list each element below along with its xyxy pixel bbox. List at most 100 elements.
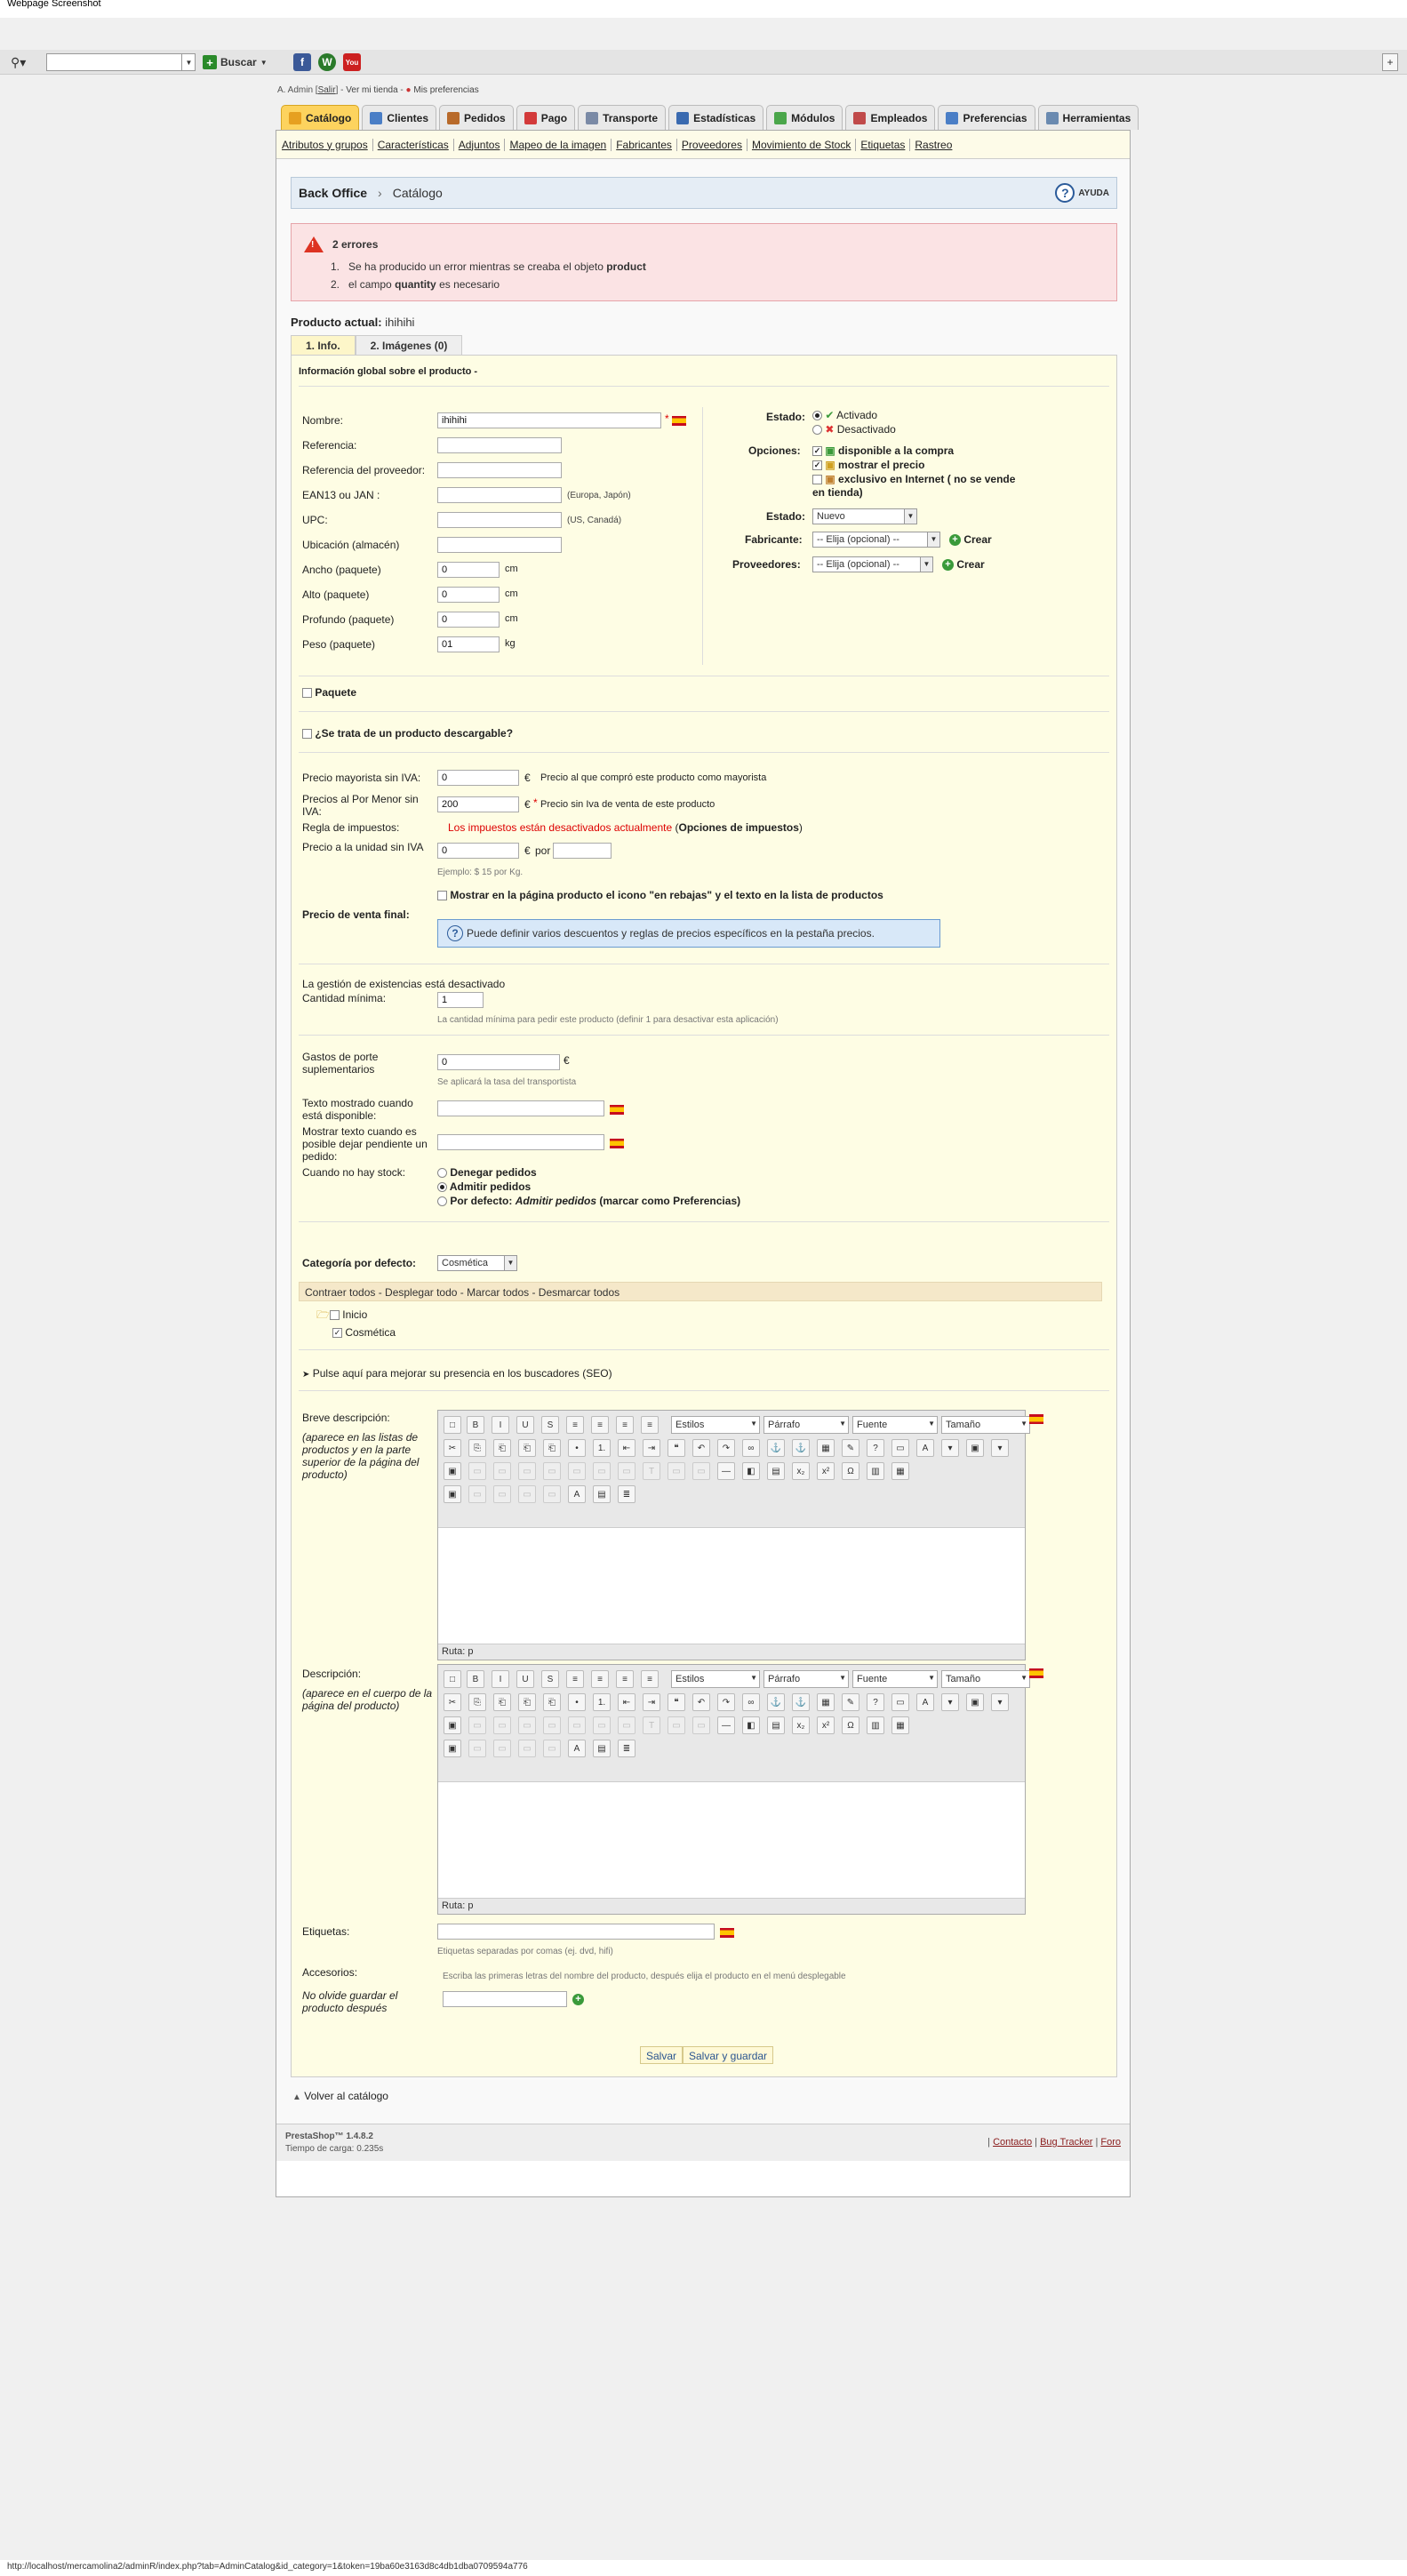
editor-button[interactable]: ▭ xyxy=(518,1716,536,1734)
tab-info[interactable]: 1. Info. xyxy=(291,335,356,355)
editor-button[interactable]: U xyxy=(516,1670,534,1688)
editor-button[interactable]: x² xyxy=(817,1716,835,1734)
language-flag-icon[interactable] xyxy=(610,1137,624,1149)
tab-herramientas[interactable]: Herramientas xyxy=(1037,105,1139,130)
editor-button[interactable]: ↶ xyxy=(692,1439,710,1457)
language-flag-icon[interactable] xyxy=(1029,1667,1043,1679)
editor-button[interactable]: ▭ xyxy=(493,1716,511,1734)
language-flag-icon[interactable] xyxy=(672,414,686,427)
unit-price-input[interactable]: 0 xyxy=(437,843,519,859)
unit-input[interactable] xyxy=(553,843,612,859)
language-flag-icon[interactable] xyxy=(720,1926,734,1939)
status-active-option[interactable]: ✔ Activado xyxy=(812,409,877,421)
editor-select[interactable]: Estilos ▼ xyxy=(671,1416,760,1434)
wordpress-icon[interactable]: W xyxy=(318,53,336,71)
editor-button[interactable]: ▭ xyxy=(668,1716,685,1734)
preferences-link[interactable]: Mis preferencias xyxy=(413,85,478,95)
editor-button[interactable]: □ xyxy=(444,1670,461,1688)
editor-button[interactable]: ▭ xyxy=(593,1716,611,1734)
editor-button[interactable]: ≡ xyxy=(641,1416,659,1434)
editor-button[interactable]: ▭ xyxy=(543,1485,561,1503)
editor-button[interactable]: ⎗ xyxy=(543,1693,561,1711)
editor-button[interactable]: ▭ xyxy=(468,1462,486,1480)
editor-button[interactable]: ▭ xyxy=(493,1485,511,1503)
editor-button[interactable]: B xyxy=(467,1416,484,1434)
editor-button[interactable]: ⎗ xyxy=(518,1439,536,1457)
show-price-checkbox[interactable]: ✓ ▣ mostrar el precio xyxy=(812,459,924,471)
editor-button[interactable]: Ω xyxy=(842,1716,859,1734)
width-input[interactable]: 0 xyxy=(437,562,500,578)
editor-select[interactable]: Fuente ▼ xyxy=(852,1670,938,1688)
editor-button[interactable]: S xyxy=(541,1416,559,1434)
editor-button[interactable]: ≣ xyxy=(618,1740,636,1757)
forum-link[interactable]: Foro xyxy=(1100,2137,1121,2148)
editor-button[interactable]: ✂ xyxy=(444,1439,461,1457)
editor-button[interactable]: ≡ xyxy=(616,1416,634,1434)
editor-button[interactable]: S xyxy=(541,1670,559,1688)
editor-button[interactable]: ▭ xyxy=(543,1740,561,1757)
editor-button[interactable]: — xyxy=(717,1716,735,1734)
help-button[interactable]: ? AYUDA xyxy=(1055,183,1109,203)
editor-button[interactable]: ✎ xyxy=(842,1439,859,1457)
oos-allow-radio[interactable]: Admitir pedidos xyxy=(437,1180,531,1193)
editor-button[interactable]: ⎗ xyxy=(493,1693,511,1711)
editor-button[interactable]: □ xyxy=(444,1416,461,1434)
height-input[interactable]: 0 xyxy=(437,587,500,603)
editor-button[interactable]: ▤ xyxy=(593,1485,611,1503)
upc-input[interactable] xyxy=(437,512,562,528)
logout-link[interactable]: Salir xyxy=(318,85,336,95)
create-supplier-button[interactable]: + Crear xyxy=(942,558,985,572)
editor-button[interactable]: ▭ xyxy=(618,1462,636,1480)
depth-input[interactable]: 0 xyxy=(437,612,500,628)
on-sale-checkbox[interactable]: Mostrar en la página producto el icono "… xyxy=(437,889,883,901)
editor-button[interactable]: ⇤ xyxy=(618,1693,636,1711)
tab-modulos[interactable]: Módulos xyxy=(766,105,843,130)
condition-select[interactable]: Nuevo ▼ xyxy=(812,508,917,524)
editor-button[interactable]: ⚓ xyxy=(792,1439,810,1457)
add-icon[interactable]: + xyxy=(1382,53,1398,71)
editor-select[interactable]: Estilos ▼ xyxy=(671,1670,760,1688)
editor-button[interactable]: U xyxy=(516,1416,534,1434)
editor-button[interactable]: ⎗ xyxy=(543,1439,561,1457)
category-tree-tools[interactable]: Contraer todos - Desplegar todo - Marcar… xyxy=(299,1282,1102,1301)
back-to-catalog-link[interactable]: ▲ Volver al catálogo xyxy=(292,2090,388,2102)
seo-toggle[interactable]: ➤ Pulse aquí para mejorar su presencia e… xyxy=(302,1367,612,1380)
editor-button[interactable]: ▭ xyxy=(468,1716,486,1734)
editor-button[interactable]: A xyxy=(916,1439,934,1457)
tab-images[interactable]: 2. Imágenes (0) xyxy=(355,335,463,355)
subtab-manufacturers[interactable]: Fabricantes xyxy=(616,139,672,151)
status-inactive-option[interactable]: ✖ Desactivado xyxy=(812,423,896,436)
desc-editor[interactable]: □ B I U S ≡ ≡ ≡ ≡ Estilos ▼ Párrafo ▼ Fuente ▼ Tamaño ▼ ✂… xyxy=(437,1664,1030,1915)
save-button[interactable]: Salvar xyxy=(640,2046,684,2064)
create-manufacturer-button[interactable]: + Crear xyxy=(949,533,992,547)
editor-button[interactable]: ? xyxy=(867,1439,884,1457)
supplier-ref-input[interactable] xyxy=(437,462,562,478)
wholesale-input[interactable]: 0 xyxy=(437,770,519,786)
facebook-icon[interactable]: f xyxy=(293,53,311,71)
add-accessory-icon[interactable]: + xyxy=(572,1993,584,2006)
tab-catalogo[interactable]: Catálogo xyxy=(281,105,360,130)
oos-deny-radio[interactable]: Denegar pedidos xyxy=(437,1166,537,1179)
subtab-features[interactable]: Características xyxy=(378,139,449,151)
editor-button[interactable]: ⎘ xyxy=(468,1693,486,1711)
tab-preferencias[interactable]: Preferencias xyxy=(938,105,1035,130)
editor-button[interactable]: ▾ xyxy=(991,1439,1009,1457)
editor-button[interactable]: ▥ xyxy=(867,1716,884,1734)
editor-button[interactable]: ∞ xyxy=(742,1439,760,1457)
editor-button[interactable]: ⇥ xyxy=(643,1439,660,1457)
editor-button[interactable]: ▭ xyxy=(668,1462,685,1480)
editor-button[interactable]: ↶ xyxy=(692,1693,710,1711)
language-flag-icon[interactable] xyxy=(1029,1412,1043,1425)
view-store-link[interactable]: Ver mi tienda xyxy=(346,85,397,95)
editor-button[interactable]: ▭ xyxy=(518,1462,536,1480)
editor-button[interactable]: 1. xyxy=(593,1439,611,1457)
editor-button[interactable]: A xyxy=(916,1693,934,1711)
editor-button[interactable]: ◧ xyxy=(742,1462,760,1480)
editor-button[interactable]: x₂ xyxy=(792,1462,810,1480)
editor-button[interactable]: ▭ xyxy=(543,1462,561,1480)
default-category-select[interactable]: Cosmética ▼ xyxy=(437,1255,517,1271)
tab-clientes[interactable]: Clientes xyxy=(362,105,437,130)
available-now-input[interactable] xyxy=(437,1100,604,1116)
tab-pedidos[interactable]: Pedidos xyxy=(439,105,514,130)
editor-button[interactable]: ≡ xyxy=(591,1670,609,1688)
